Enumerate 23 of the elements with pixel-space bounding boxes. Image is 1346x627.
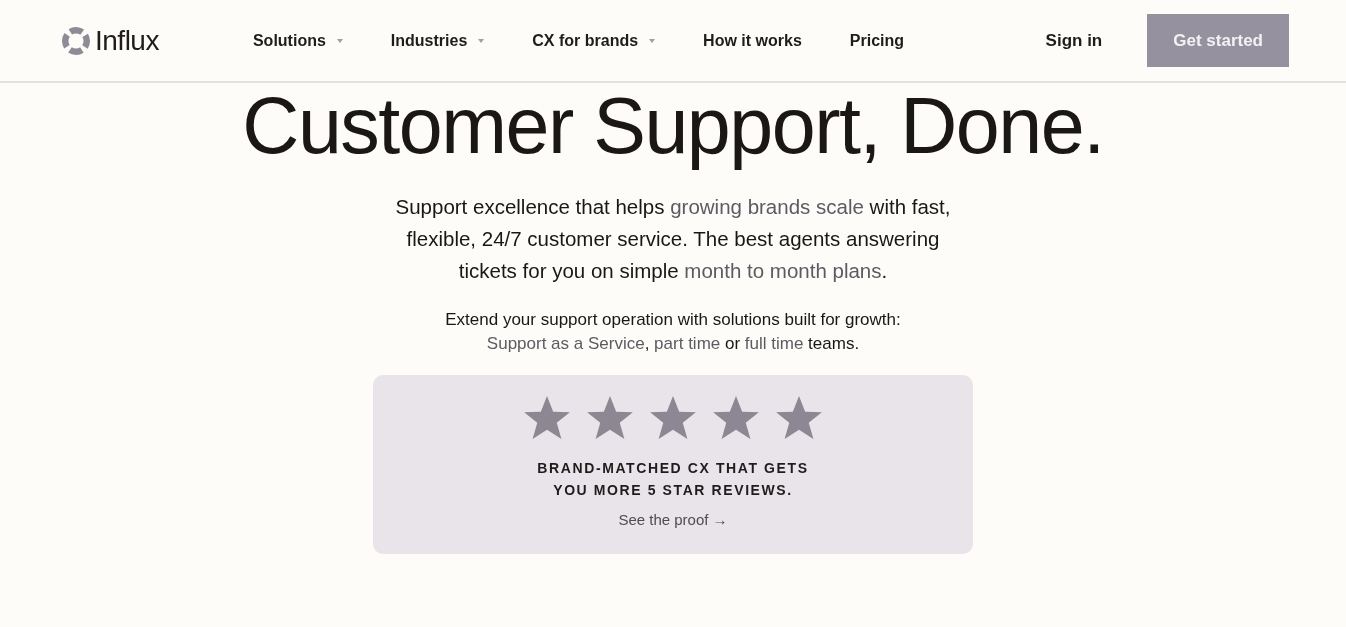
lifebuoy-icon[interactable]	[62, 26, 90, 55]
logo-wordmark[interactable]: Influx	[95, 24, 159, 57]
star-icon	[713, 396, 759, 439]
text-link[interactable]: Support as a Service	[486, 334, 645, 353]
nav-link[interactable]: Pricing	[849, 29, 904, 52]
nav-link[interactable]: Solutions	[252, 29, 343, 52]
text-link[interactable]: month to month plans	[684, 259, 882, 282]
text-link[interactable]: full time	[744, 334, 804, 353]
star-icon	[587, 396, 633, 439]
see-proof-link[interactable]: See the proof →	[618, 509, 728, 531]
star-icon	[776, 396, 822, 439]
extend-paragraph: Extend your support operation with solutions built for growth: Support as a Service, part time or full time teams.	[444, 309, 902, 355]
nav-link[interactable]: How it works	[703, 29, 802, 52]
text-link[interactable]: part time	[654, 334, 721, 353]
hero-title: Customer Support, Done.	[242, 81, 1104, 171]
star-icon	[524, 396, 570, 439]
star-icon	[650, 396, 696, 439]
review-headline: BRAND-MATCHED CX THAT GETS YOU MORE 5 STAR REVIEWS.	[536, 459, 810, 500]
sign-in-link[interactable]: Sign in	[1045, 29, 1103, 52]
nav-link[interactable]: Industries	[390, 29, 485, 52]
nav-link[interactable]: CX for brands	[532, 29, 656, 52]
intro-paragraph: Support excellence that helps growing brands scale with fast, flexible, 24/7 customer service. The best agents answering tickets for you on simple month to month plans.	[394, 194, 952, 284]
text-link[interactable]: growing brands scale	[670, 195, 864, 218]
